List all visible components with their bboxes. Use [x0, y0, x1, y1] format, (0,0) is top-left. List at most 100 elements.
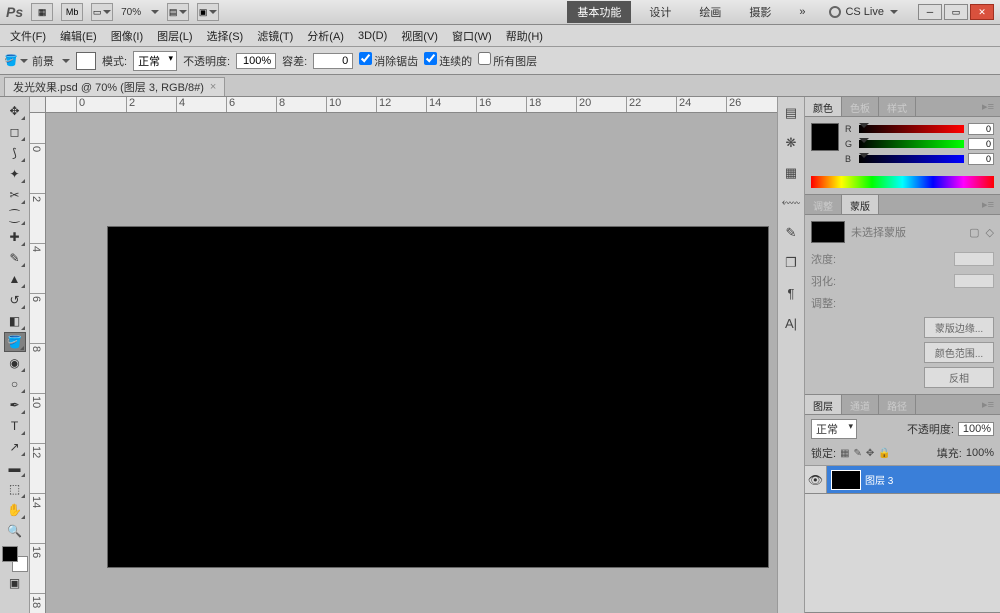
bucket-tool[interactable]: 🪣: [4, 332, 26, 352]
3d-tool[interactable]: ⬚: [4, 479, 26, 499]
layer-blend-select[interactable]: 正常: [811, 419, 857, 439]
marquee-tool[interactable]: ◻: [4, 122, 26, 142]
hue-ramp[interactable]: [811, 176, 994, 188]
brush-panel-icon[interactable]: ⬳: [781, 193, 801, 213]
close-tab-icon[interactable]: ×: [210, 81, 216, 93]
hand-tool[interactable]: ✋: [4, 500, 26, 520]
workspace-essentials[interactable]: 基本功能: [567, 1, 631, 23]
pattern-swatch[interactable]: [76, 52, 96, 70]
fill-input[interactable]: 100%: [966, 447, 994, 459]
zoom-level[interactable]: 70%: [121, 7, 141, 18]
invert-button[interactable]: 反相: [924, 367, 994, 388]
tab-swatches[interactable]: 色板: [842, 97, 879, 116]
mask-panel-menu-icon[interactable]: ▸≡: [976, 195, 1000, 214]
ruler-horizontal[interactable]: 02468101214161820222426: [46, 97, 777, 113]
layer-opacity-input[interactable]: 100%: [958, 422, 994, 436]
lasso-tool[interactable]: ⟆: [4, 143, 26, 163]
green-value[interactable]: 0: [968, 138, 994, 150]
layer-list[interactable]: 👁 图层 3: [805, 466, 1000, 612]
visibility-icon[interactable]: 👁: [805, 466, 827, 493]
path-tool[interactable]: ↗: [4, 437, 26, 457]
menu-image[interactable]: 图像(I): [105, 26, 149, 46]
blue-slider[interactable]: [859, 155, 964, 163]
contiguous-check[interactable]: 连续的: [424, 52, 472, 69]
red-value[interactable]: 0: [968, 123, 994, 135]
add-pixel-mask-icon[interactable]: ▢: [969, 226, 979, 239]
swatches-icon[interactable]: ❋: [781, 133, 801, 153]
close-button[interactable]: ✕: [970, 4, 994, 20]
blue-value[interactable]: 0: [968, 153, 994, 165]
lock-all-icon[interactable]: 🔒: [878, 448, 890, 459]
blur-tool[interactable]: ◉: [4, 353, 26, 373]
character-icon[interactable]: A|: [781, 313, 801, 333]
antialias-check[interactable]: 消除锯齿: [359, 52, 418, 69]
color-range-button[interactable]: 颜色范围...: [924, 342, 994, 363]
tolerance-input[interactable]: 0: [313, 53, 353, 69]
menu-help[interactable]: 帮助(H): [500, 26, 549, 46]
maximize-button[interactable]: ▭: [944, 4, 968, 20]
layers-panel-menu-icon[interactable]: ▸≡: [976, 395, 1000, 414]
canvas[interactable]: [108, 227, 768, 567]
workspace-painting[interactable]: 绘画: [689, 1, 731, 23]
mask-edge-button[interactable]: 蒙版边缘...: [924, 317, 994, 338]
quickmask-tool[interactable]: ▣: [4, 573, 26, 593]
menu-view[interactable]: 视图(V): [395, 26, 444, 46]
alllayers-check[interactable]: 所有图层: [478, 52, 537, 69]
fg-color-swatch[interactable]: [2, 546, 18, 562]
move-tool[interactable]: ✥: [4, 101, 26, 121]
menu-file[interactable]: 文件(F): [4, 26, 52, 46]
workspace-more[interactable]: »: [789, 3, 815, 21]
tab-layers[interactable]: 图层: [805, 395, 842, 414]
brushpresets-icon[interactable]: ✎: [781, 223, 801, 243]
layer-row[interactable]: 👁 图层 3: [805, 466, 1000, 494]
color-swatches[interactable]: [2, 546, 28, 572]
menu-edit[interactable]: 编辑(E): [54, 26, 103, 46]
red-slider[interactable]: [859, 125, 964, 133]
ruler-vertical[interactable]: 024681012141618: [30, 113, 46, 613]
stamp-tool[interactable]: ▲: [4, 269, 26, 289]
opacity-input[interactable]: 100%: [236, 53, 276, 69]
eyedropper-tool[interactable]: ⁐: [4, 206, 26, 226]
green-slider[interactable]: [859, 140, 964, 148]
eraser-tool[interactable]: ◧: [4, 311, 26, 331]
lock-position-icon[interactable]: ✥: [866, 448, 874, 459]
color-panel-menu-icon[interactable]: ▸≡: [976, 97, 1000, 116]
add-vector-mask-icon[interactable]: ◇: [986, 226, 994, 239]
type-tool[interactable]: T: [4, 416, 26, 436]
history-brush-tool[interactable]: ↺: [4, 290, 26, 310]
tab-adjustments[interactable]: 调整: [805, 195, 842, 214]
history-icon[interactable]: ▤: [781, 103, 801, 123]
tab-paths[interactable]: 路径: [879, 395, 916, 414]
cslive-button[interactable]: CS Live: [823, 6, 904, 18]
canvas-area[interactable]: 02468101214161820222426 024681012141618: [30, 97, 777, 613]
screen-mode-icon[interactable]: ▭: [91, 3, 113, 21]
lock-pixels-icon[interactable]: ✎: [854, 448, 862, 459]
layer-thumbnail[interactable]: [831, 470, 861, 490]
menu-filter[interactable]: 滤镜(T): [251, 26, 299, 46]
menu-select[interactable]: 选择(S): [201, 26, 250, 46]
blend-mode-select[interactable]: 正常: [133, 51, 177, 71]
menu-3d[interactable]: 3D(D): [352, 28, 393, 44]
ruler-origin[interactable]: [30, 97, 46, 113]
layer-name[interactable]: 图层 3: [865, 472, 893, 487]
lock-transparency-icon[interactable]: ▦: [840, 448, 849, 459]
tab-channels[interactable]: 通道: [842, 395, 879, 414]
tab-masks[interactable]: 蒙版: [842, 195, 879, 214]
extras-icon[interactable]: ▣: [197, 3, 219, 21]
pen-tool[interactable]: ✒: [4, 395, 26, 415]
zoom-dropdown-icon[interactable]: [149, 7, 159, 17]
menu-layer[interactable]: 图层(L): [151, 26, 198, 46]
bucket-icon[interactable]: 🪣: [6, 52, 26, 70]
dodge-tool[interactable]: ○: [4, 374, 26, 394]
workspace-photography[interactable]: 摄影: [739, 1, 781, 23]
brush-tool[interactable]: ✎: [4, 248, 26, 268]
styles-icon[interactable]: ▦: [781, 163, 801, 183]
paragraph-icon[interactable]: ¶: [781, 283, 801, 303]
arrange-icon[interactable]: ▤: [167, 3, 189, 21]
clone-icon[interactable]: ❐: [781, 253, 801, 273]
color-preview-swatch[interactable]: [811, 123, 839, 151]
tab-styles[interactable]: 样式: [879, 97, 916, 116]
zoom-tool[interactable]: 🔍: [4, 521, 26, 541]
menu-window[interactable]: 窗口(W): [446, 26, 498, 46]
document-tab[interactable]: 发光效果.psd @ 70% (图层 3, RGB/8#) ×: [4, 77, 225, 96]
